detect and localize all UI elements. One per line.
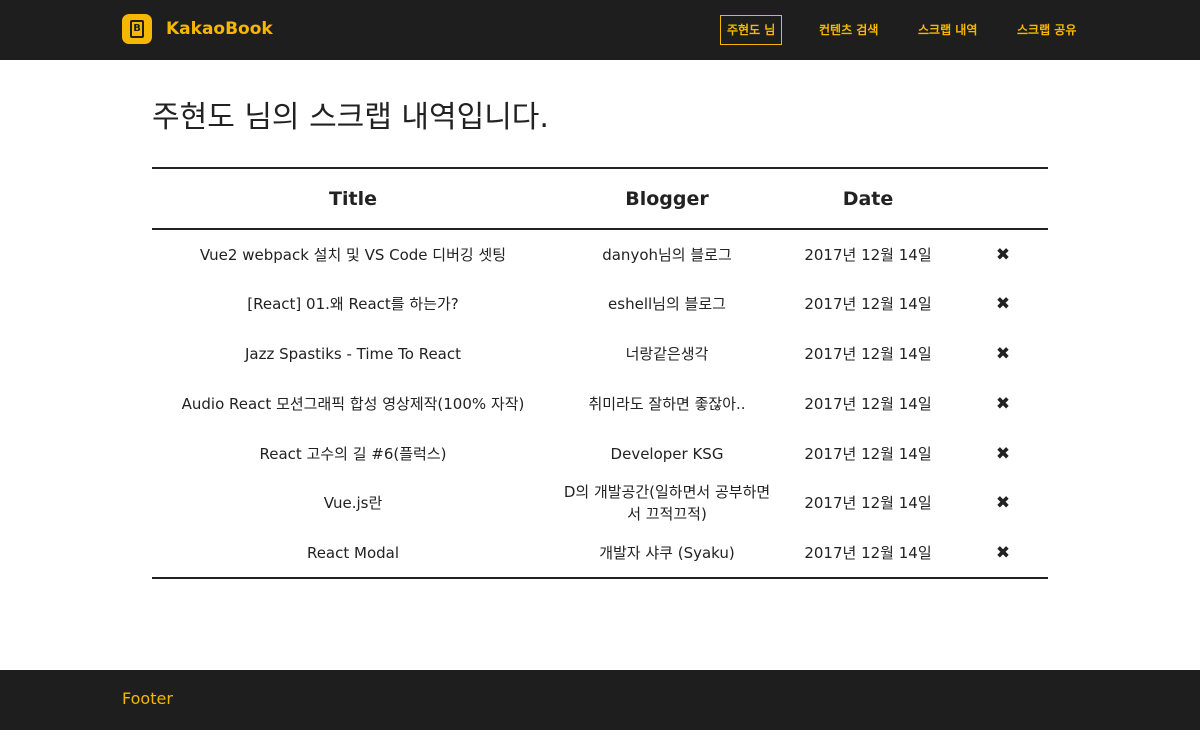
row-blogger: 너랑같은생각 [625,345,709,363]
brand-name[interactable]: KakaoBook [166,19,273,39]
footer-text: Footer [122,689,173,708]
table-row: Audio React 모션그래픽 합성 영상제작(100% 자작) 취미라도 … [152,379,1048,429]
column-header-blogger: Blogger [625,188,709,210]
nav-item-content-search[interactable]: 컨텐츠 검색 [819,15,878,45]
table-row: Vue.js란 D의 개발공간(일하면서 공부하면서 끄적끄적) 2017년 1… [152,478,1048,528]
column-header-title: Title [329,188,377,210]
row-date: 2017년 12월 14일 [804,246,932,264]
row-date: 2017년 12월 14일 [804,445,932,463]
row-title[interactable]: Vue.js란 [152,478,554,528]
top-navbar: B KakaoBook 주현도 님 컨텐츠 검색 스크랩 내역 스크랩 공유 [0,0,1200,60]
row-title[interactable]: Vue2 webpack 설치 및 VS Code 디버깅 셋팅 [152,230,554,280]
delete-icon[interactable]: ✖ [982,528,1024,578]
nav-item-scrap-history[interactable]: 스크랩 내역 [918,15,977,45]
row-date: 2017년 12월 14일 [804,345,932,363]
table-row: React 고수의 길 #6(플럭스) Developer KSG 2017년 … [152,429,1048,479]
table-row: Vue2 webpack 설치 및 VS Code 디버깅 셋팅 danyoh님… [152,230,1048,280]
row-title[interactable]: React 고수의 길 #6(플럭스) [152,429,554,479]
delete-icon[interactable]: ✖ [982,379,1024,429]
row-date: 2017년 12월 14일 [804,295,932,313]
row-date: 2017년 12월 14일 [804,395,932,413]
delete-icon[interactable]: ✖ [982,230,1024,280]
footer: Footer [0,670,1200,730]
delete-icon[interactable]: ✖ [982,478,1024,528]
table-bottom-rule [152,577,1048,579]
row-date: 2017년 12월 14일 [804,494,932,512]
nav-item-scrap-share[interactable]: 스크랩 공유 [1017,15,1076,45]
row-title[interactable]: Jazz Spastiks - Time To React [152,329,554,379]
delete-icon[interactable]: ✖ [982,279,1024,329]
nav-item-user[interactable]: 주현도 님 [720,15,783,45]
row-blogger: danyoh님의 블로그 [602,246,732,264]
row-blogger: eshell님의 블로그 [608,295,726,313]
row-blogger: 취미라도 잘하면 좋잖아.. [588,395,746,413]
table-row: React Modal 개발자 샤쿠 (Syaku) 2017년 12월 14일… [152,528,1048,578]
row-blogger: D의 개발공간(일하면서 공부하면서 끄적끄적) [563,483,771,523]
book-logo-icon: B [122,14,152,44]
delete-icon[interactable]: ✖ [982,429,1024,479]
brand[interactable]: B KakaoBook [122,14,273,44]
page-title: 주현도 님의 스크랩 내역입니다. [152,100,549,135]
table-row: [React] 01.왜 React를 하는가? eshell님의 블로그 20… [152,279,1048,329]
row-title[interactable]: [React] 01.왜 React를 하는가? [152,279,554,329]
table-top-rule [152,167,1048,169]
row-blogger: Developer KSG [610,445,724,463]
row-title[interactable]: Audio React 모션그래픽 합성 영상제작(100% 자작) [152,379,554,429]
row-date: 2017년 12월 14일 [804,544,932,562]
column-header-date: Date [842,188,894,210]
logo-letter: B [130,20,144,38]
row-title[interactable]: React Modal [152,528,554,578]
row-blogger: 개발자 샤쿠 (Syaku) [599,544,735,562]
table-row: Jazz Spastiks - Time To React 너랑같은생각 201… [152,329,1048,379]
delete-icon[interactable]: ✖ [982,329,1024,379]
